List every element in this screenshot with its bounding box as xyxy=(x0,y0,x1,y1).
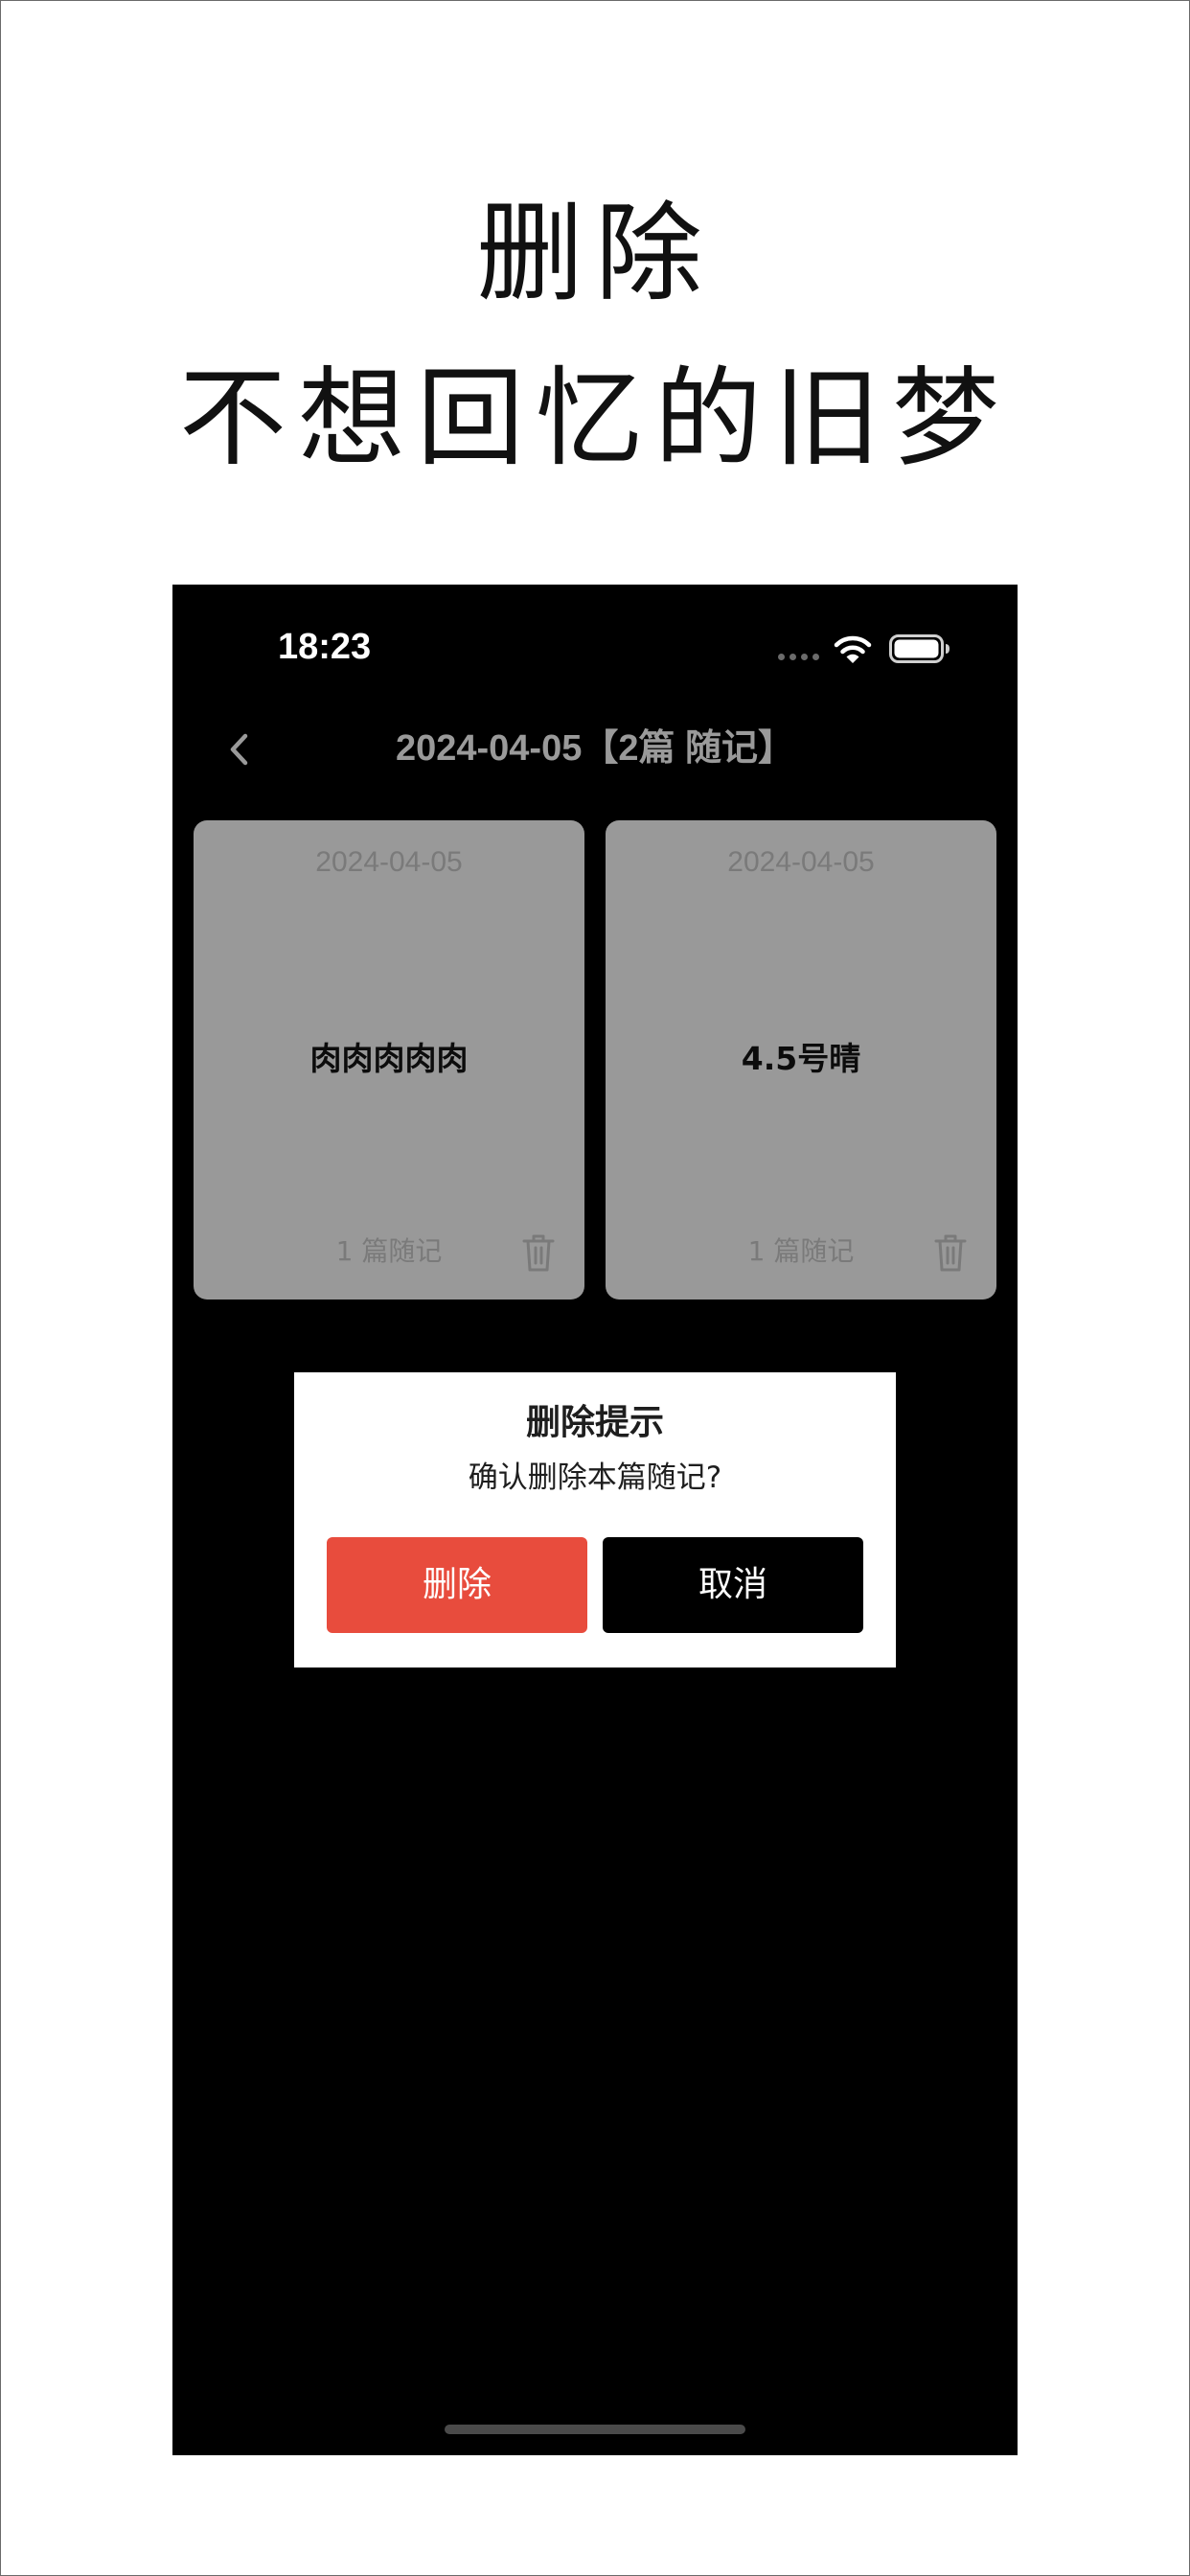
promo-headline: 删除 xyxy=(476,192,714,316)
card-title: 肉肉肉肉肉 xyxy=(309,1040,469,1077)
card-date: 2024-04-05 xyxy=(727,846,875,878)
note-card[interactable]: 2024-04-05 肉肉肉肉肉 1 篇随记 xyxy=(194,820,584,1300)
trash-icon[interactable] xyxy=(521,1232,556,1273)
note-card[interactable]: 2024-04-05 4.5号晴 1 篇随记 xyxy=(606,820,996,1300)
signal-dots-icon xyxy=(778,654,820,661)
trash-icon[interactable] xyxy=(933,1232,968,1273)
phone-screen: 18:23 2024-04-05【2篇 随记】 2024-04-05 肉肉肉肉肉… xyxy=(172,585,1018,2455)
promo-subheadline: 不想回忆的旧梦 xyxy=(179,356,1011,481)
dialog-message: 确认删除本篇随记? xyxy=(468,1460,722,1495)
chevron-left-icon[interactable] xyxy=(222,728,257,770)
dialog-title: 删除提示 xyxy=(525,1403,664,1442)
card-title: 4.5号晴 xyxy=(741,1040,861,1077)
cancel-button[interactable]: 取消 xyxy=(603,1537,863,1633)
delete-confirm-dialog: 删除提示 确认删除本篇随记? 删除 取消 xyxy=(294,1372,896,1668)
home-indicator[interactable] xyxy=(445,2425,745,2434)
card-date: 2024-04-05 xyxy=(315,846,463,878)
delete-button[interactable]: 删除 xyxy=(327,1537,587,1633)
page-title: 2024-04-05【2篇 随记】 xyxy=(395,728,795,769)
wifi-icon xyxy=(834,635,872,663)
status-time: 18:23 xyxy=(278,627,372,667)
battery-icon xyxy=(889,634,950,663)
notes-grid: 2024-04-05 肉肉肉肉肉 1 篇随记 2024-04-05 4.5号晴 … xyxy=(194,820,996,1300)
